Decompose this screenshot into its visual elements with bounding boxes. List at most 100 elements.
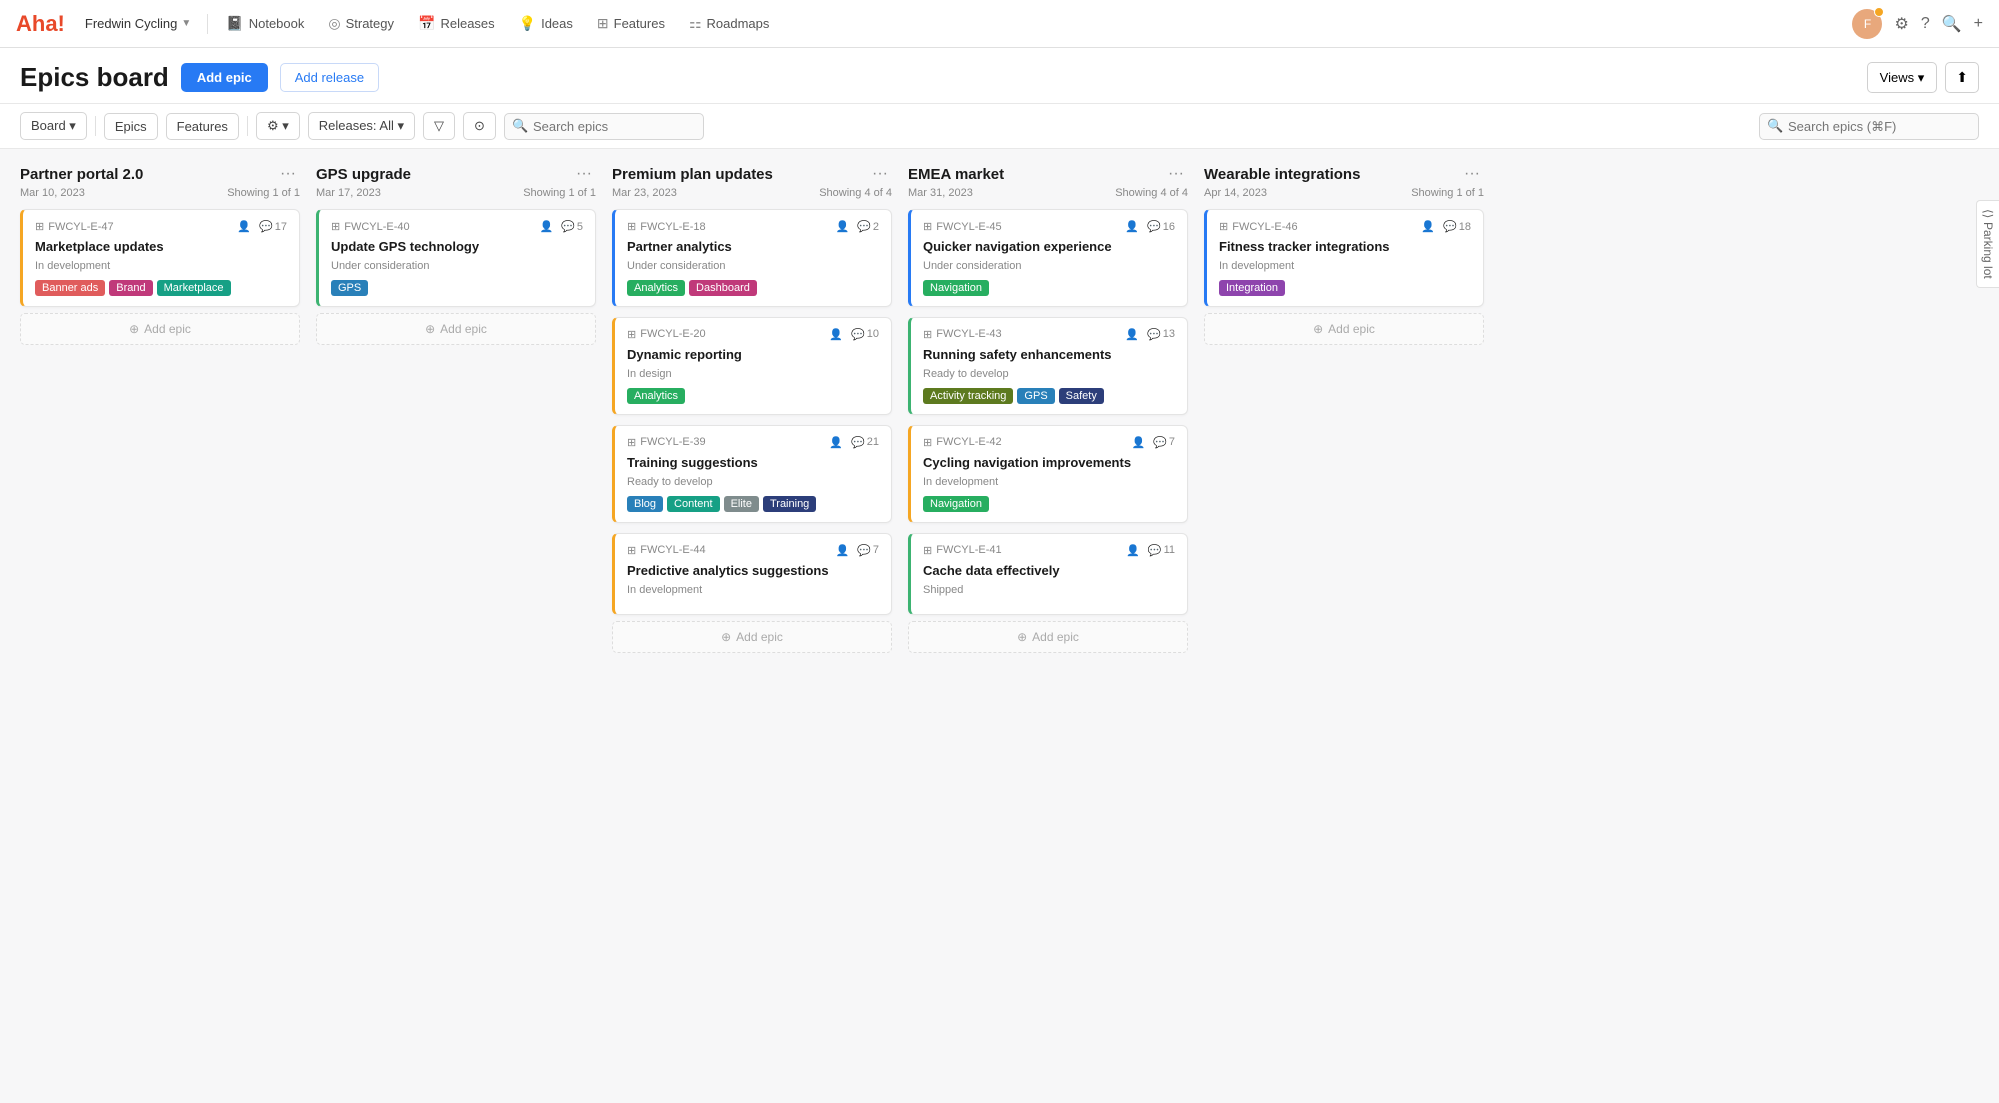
search-epics-input[interactable] [504, 113, 704, 140]
comment-count: 7 [873, 544, 879, 556]
card-id-text: FWCYL-E-41 [936, 544, 1001, 556]
add-epic-btn-2[interactable]: ⊕ Add epic [612, 621, 892, 653]
views-button[interactable]: Views ▾ [1867, 62, 1938, 93]
comment-count: 18 [1459, 221, 1471, 233]
card-id-text: FWCYL-E-44 [640, 544, 705, 556]
nav-notebook[interactable]: 📓 Notebook [216, 11, 314, 36]
card-id-text: FWCYL-E-43 [936, 328, 1001, 340]
card-id-2-3: ⊞ FWCYL-E-44 [627, 544, 706, 557]
toolbar-sep-1 [95, 116, 96, 136]
board-dropdown[interactable]: Board ▾ [20, 112, 87, 140]
tag: Marketplace [157, 280, 231, 296]
tag: Blog [627, 496, 663, 512]
card-meta-3-1: 👤 💬 13 [1125, 328, 1175, 341]
brand-logo[interactable]: Aha! [16, 11, 65, 37]
comment-icon: 💬 [857, 220, 871, 233]
card-grid-icon: ⊞ [627, 328, 636, 341]
col-menu-btn-2[interactable]: ··· [868, 165, 892, 183]
col-cards-4: ⊞ FWCYL-E-46 👤 💬 18 Fitness tracker inte… [1204, 209, 1484, 307]
settings-dropdown[interactable]: ⚙ ▾ [256, 112, 300, 140]
card-comments: 💬 7 [1153, 436, 1175, 449]
parking-lot[interactable]: ⟨⟩ Parking lot [1976, 200, 1999, 288]
releases-dropdown[interactable]: Releases: All ▾ [308, 112, 415, 140]
board-column-0: Partner portal 2.0 ··· Mar 10, 2023 Show… [20, 165, 300, 345]
nav-right-area: F ⚙ ? 🔍 + [1852, 9, 1983, 39]
releases-icon: 📅 [418, 15, 435, 32]
card-status-3-1: Ready to develop [923, 368, 1175, 380]
add-nav-icon[interactable]: + [1974, 15, 1983, 33]
features-icon: ⊞ [597, 15, 609, 32]
card-2-0[interactable]: ⊞ FWCYL-E-18 👤 💬 2 Partner analytics [612, 209, 892, 307]
card-2-3[interactable]: ⊞ FWCYL-E-44 👤 💬 7 Predictive analytics … [612, 533, 892, 615]
comment-count: 7 [1169, 436, 1175, 448]
card-people: 👤 [1421, 220, 1435, 233]
nav-ideas[interactable]: 💡 Ideas [509, 11, 583, 36]
card-title-2-0: Partner analytics [627, 239, 879, 256]
card-0-0[interactable]: ⊞ FWCYL-E-47 👤 💬 17 Marketplace updates [20, 209, 300, 307]
global-search-input[interactable] [1759, 113, 1979, 140]
export-button[interactable]: ⬆ [1945, 62, 1979, 93]
card-people: 👤 [835, 220, 849, 233]
people-icon: 👤 [829, 436, 843, 449]
col-showing-0: Showing 1 of 1 [227, 187, 300, 199]
card-id-1-0: ⊞ FWCYL-E-40 [331, 220, 410, 233]
card-id-text: FWCYL-E-47 [48, 221, 113, 233]
card-status-3-0: Under consideration [923, 260, 1175, 272]
card-comments: 💬 5 [561, 220, 583, 233]
card-people: 👤 [835, 544, 849, 557]
nav-strategy[interactable]: ◎ Strategy [318, 11, 404, 36]
add-epic-plus-icon: ⊕ [1017, 630, 1027, 644]
card-4-0[interactable]: ⊞ FWCYL-E-46 👤 💬 18 Fitness tracker inte… [1204, 209, 1484, 307]
card-meta-0-0: 👤 💬 17 [237, 220, 287, 233]
card-3-2[interactable]: ⊞ FWCYL-E-42 👤 💬 7 Cycling navigation im… [908, 425, 1188, 523]
add-epic-btn-4[interactable]: ⊕ Add epic [1204, 313, 1484, 345]
help-icon[interactable]: ? [1921, 15, 1930, 33]
tag: Banner ads [35, 280, 105, 296]
features-filter-btn[interactable]: Features [166, 113, 239, 140]
card-id-2-1: ⊞ FWCYL-E-20 [627, 328, 706, 341]
add-epic-btn-3[interactable]: ⊕ Add epic [908, 621, 1188, 653]
card-3-0[interactable]: ⊞ FWCYL-E-45 👤 💬 16 Quicker navigation e… [908, 209, 1188, 307]
col-showing-1: Showing 1 of 1 [523, 187, 596, 199]
col-menu-btn-3[interactable]: ··· [1164, 165, 1188, 183]
nav-releases[interactable]: 📅 Releases [408, 11, 505, 36]
settings-nav-icon[interactable]: ⚙ [1894, 14, 1908, 34]
tag: Elite [724, 496, 759, 512]
search-nav-icon[interactable]: 🔍 [1942, 14, 1962, 34]
global-search-icon: 🔍 [1767, 118, 1783, 134]
add-epic-button[interactable]: Add epic [181, 63, 268, 92]
search-epics-icon: 🔍 [512, 118, 528, 134]
col-header-4: Wearable integrations ··· Apr 14, 2023 S… [1204, 165, 1484, 209]
col-header-3: EMEA market ··· Mar 31, 2023 Showing 4 o… [908, 165, 1188, 209]
card-comments: 💬 7 [857, 544, 879, 557]
user-avatar-wrap[interactable]: F [1852, 9, 1882, 39]
nav-releases-label: Releases [440, 16, 494, 31]
card-people: 👤 [1125, 328, 1139, 341]
col-showing-3: Showing 4 of 4 [1115, 187, 1188, 199]
tag: Navigation [923, 496, 989, 512]
col-menu-btn-0[interactable]: ··· [276, 165, 300, 183]
card-1-0[interactable]: ⊞ FWCYL-E-40 👤 💬 5 Update GPS technology [316, 209, 596, 307]
card-2-1[interactable]: ⊞ FWCYL-E-20 👤 💬 10 Dynamic reporting [612, 317, 892, 415]
history-btn[interactable]: ⊙ [463, 112, 496, 140]
card-3-1[interactable]: ⊞ FWCYL-E-43 👤 💬 13 Running safety enhan… [908, 317, 1188, 415]
col-menu-btn-1[interactable]: ··· [572, 165, 596, 183]
card-3-3[interactable]: ⊞ FWCYL-E-41 👤 💬 11 Cache data effective… [908, 533, 1188, 615]
epics-filter-btn[interactable]: Epics [104, 113, 158, 140]
col-menu-btn-4[interactable]: ··· [1460, 165, 1484, 183]
add-release-button[interactable]: Add release [280, 63, 379, 92]
add-epic-btn-1[interactable]: ⊕ Add epic [316, 313, 596, 345]
card-2-2[interactable]: ⊞ FWCYL-E-39 👤 💬 21 Training suggestions [612, 425, 892, 523]
tag: Brand [109, 280, 152, 296]
workspace-selector[interactable]: Fredwin Cycling ▼ [77, 12, 199, 35]
nav-roadmaps[interactable]: ⚏ Roadmaps [679, 11, 779, 36]
comment-icon: 💬 [561, 220, 575, 233]
col-title-2: Premium plan updates [612, 166, 773, 183]
nav-features[interactable]: ⊞ Features [587, 11, 675, 36]
add-epic-btn-0[interactable]: ⊕ Add epic [20, 313, 300, 345]
col-cards-2: ⊞ FWCYL-E-18 👤 💬 2 Partner analytics [612, 209, 892, 615]
add-epic-plus-icon: ⊕ [1313, 322, 1323, 336]
filter-btn[interactable]: ▽ [423, 112, 455, 140]
card-people: 👤 [829, 328, 843, 341]
card-people: 👤 [1126, 544, 1140, 557]
